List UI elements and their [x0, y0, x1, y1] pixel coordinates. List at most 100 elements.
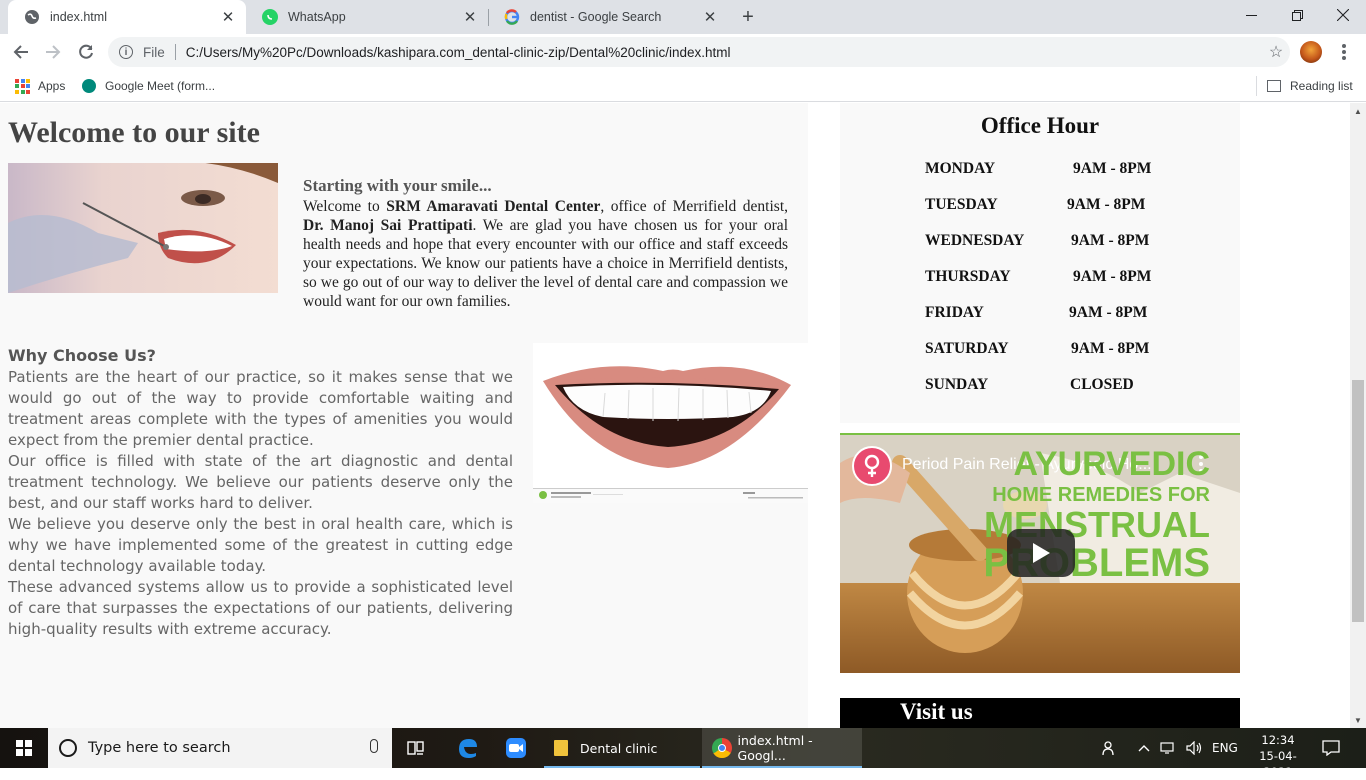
page-scrollbar[interactable]: ▲ ▼: [1350, 103, 1366, 728]
hours-time: CLOSED: [1070, 376, 1134, 393]
hours-day: THURSDAY: [925, 268, 1011, 285]
close-window-button[interactable]: [1320, 0, 1366, 30]
why-paragraph: Patients are the heart of our practice, …: [8, 368, 513, 449]
people-icon[interactable]: [1102, 728, 1120, 768]
bookmarks-divider: [1256, 76, 1257, 96]
restore-button[interactable]: [1274, 0, 1320, 30]
profile-avatar[interactable]: [1300, 41, 1322, 63]
tab-title: index.html: [50, 10, 107, 24]
browser-tabstrip: index.html ✕ WhatsApp ✕ dentist - Google…: [0, 0, 1366, 34]
google-meet-icon: [82, 79, 96, 93]
intro-text: Starting with your smile... Welcome to S…: [303, 176, 788, 311]
tab-title: dentist - Google Search: [530, 10, 662, 24]
globe-icon: [24, 9, 40, 25]
search-placeholder: Type here to search: [88, 740, 231, 756]
hours-time: 9AM - 8PM: [1073, 160, 1152, 177]
youtube-video-embed[interactable]: Period Pain Relief - Ayurvedic Ho... AYU…: [840, 433, 1240, 673]
google-icon: [504, 9, 520, 25]
show-hidden-icons-chevron-icon[interactable]: [1138, 728, 1154, 768]
why-paragraph: We believe you deserve only the best in …: [8, 515, 513, 575]
bookmark-google-meet[interactable]: Google Meet (form...: [82, 77, 215, 95]
hours-row: THURSDAY 9AM - 8PM: [925, 268, 1151, 286]
bookmark-apps[interactable]: Apps: [15, 77, 65, 95]
browser-toolbar: i File C:/Users/My%20Pc/Downloads/kaship…: [0, 34, 1366, 70]
address-divider: [174, 44, 176, 60]
forward-button[interactable]: [40, 39, 66, 65]
page-viewport: Welcome to our site Starting with your s…: [0, 103, 1350, 728]
hours-day: MONDAY: [925, 160, 996, 177]
close-tab-icon[interactable]: ✕: [460, 7, 480, 27]
language-indicator[interactable]: ENG: [1212, 728, 1238, 768]
clock-date: 15-04-2021: [1259, 749, 1297, 779]
back-button[interactable]: [8, 39, 34, 65]
scroll-down-arrow-icon[interactable]: ▼: [1350, 712, 1366, 728]
start-button[interactable]: [0, 728, 48, 768]
stock-image-footer: [533, 488, 808, 503]
reading-list-button[interactable]: Reading list: [1267, 77, 1353, 95]
channel-logo-icon[interactable]: [852, 446, 892, 486]
url-text[interactable]: C:/Users/My%20Pc/Downloads/kashipara.com…: [186, 45, 1262, 60]
hours-row: WEDNESDAY 9AM - 8PM: [925, 232, 1149, 250]
volume-icon[interactable]: [1186, 728, 1204, 768]
bookmark-star-icon[interactable]: ☆: [1262, 42, 1290, 62]
cortana-icon: [59, 739, 77, 757]
taskbar-app-label: Dental clinic: [580, 740, 658, 756]
video-play-button[interactable]: [1007, 529, 1075, 577]
reading-list-icon: [1267, 80, 1281, 92]
notifications-icon[interactable]: [1322, 728, 1344, 768]
close-tab-icon[interactable]: ✕: [700, 7, 720, 27]
smiling-lips-photo: [533, 343, 808, 503]
address-bar[interactable]: i File C:/Users/My%20Pc/Downloads/kaship…: [108, 37, 1290, 67]
zoom-app-icon[interactable]: [500, 728, 532, 768]
hours-time: 9AM - 8PM: [1073, 268, 1152, 285]
hours-time: 9AM - 8PM: [1071, 232, 1150, 249]
video-overlay-line-1: AYURVEDIC: [1013, 445, 1210, 483]
taskbar-search-box[interactable]: Type here to search: [48, 728, 392, 768]
reload-button[interactable]: [73, 39, 99, 65]
office-hours-heading: Office Hour: [980, 113, 1100, 138]
taskbar-app-chrome[interactable]: index.html - Googl...: [702, 728, 862, 768]
edge-browser-icon[interactable]: [452, 728, 484, 768]
tab-title: WhatsApp: [288, 10, 346, 24]
clinic-name: SRM Amaravati Dental Center: [386, 198, 601, 215]
clock-time: 12:34: [1261, 733, 1295, 747]
scheme-label: File: [143, 44, 165, 60]
taskbar-clock[interactable]: 12:34 15-04-2021: [1246, 732, 1310, 780]
close-tab-icon[interactable]: ✕: [218, 7, 238, 27]
visit-us-heading: Visit us: [900, 699, 973, 724]
minimize-button[interactable]: [1228, 0, 1274, 30]
taskbar-app-dental-clinic[interactable]: Dental clinic: [544, 728, 700, 768]
hours-day: TUESDAY: [925, 196, 998, 213]
tab-google-search[interactable]: dentist - Google Search ✕: [488, 0, 728, 34]
bookmark-label: Google Meet (form...: [105, 79, 216, 93]
hours-row: SATURDAY 9AM - 8PM: [925, 340, 1149, 358]
new-tab-button[interactable]: +: [736, 5, 760, 29]
folder-icon: [554, 740, 568, 756]
hours-row: MONDAY 9AM - 8PM: [925, 160, 1151, 178]
chrome-icon: [712, 738, 732, 758]
hours-row: TUESDAY 9AM - 8PM: [925, 196, 1145, 214]
intro-part: , office of Merrifield dentist,: [600, 198, 788, 215]
task-view-icon[interactable]: [400, 728, 432, 768]
browser-menu-icon[interactable]: [1334, 41, 1354, 63]
tab-index-html[interactable]: index.html ✕: [8, 0, 246, 34]
why-paragraph: Our office is filled with state of the a…: [8, 452, 513, 512]
reading-list-label: Reading list: [1290, 79, 1353, 93]
intro-part: Welcome to: [303, 198, 387, 215]
network-icon[interactable]: [1160, 728, 1176, 768]
hours-day: SATURDAY: [925, 340, 1009, 357]
taskbar-app-label: index.html - Googl...: [737, 733, 813, 763]
microphone-icon[interactable]: [370, 739, 378, 753]
scroll-thumb[interactable]: [1352, 380, 1364, 622]
hours-row: FRIDAY 9AM - 8PM: [925, 304, 1147, 322]
visit-us-banner: Visit us: [840, 698, 1240, 728]
scroll-up-arrow-icon[interactable]: ▲: [1350, 103, 1366, 119]
dentist-smile-photo: [8, 163, 278, 293]
hours-time: 9AM - 8PM: [1069, 304, 1148, 321]
why-choose-us-text: Patients are the heart of our practice, …: [8, 367, 513, 640]
windows-taskbar: Type here to search Dental clinic index.…: [0, 728, 1366, 779]
tab-whatsapp[interactable]: WhatsApp ✕: [246, 0, 488, 34]
intro-lead: Starting with your smile...: [303, 176, 492, 195]
info-icon[interactable]: i: [119, 45, 133, 59]
main-content: Welcome to our site Starting with your s…: [0, 103, 808, 728]
